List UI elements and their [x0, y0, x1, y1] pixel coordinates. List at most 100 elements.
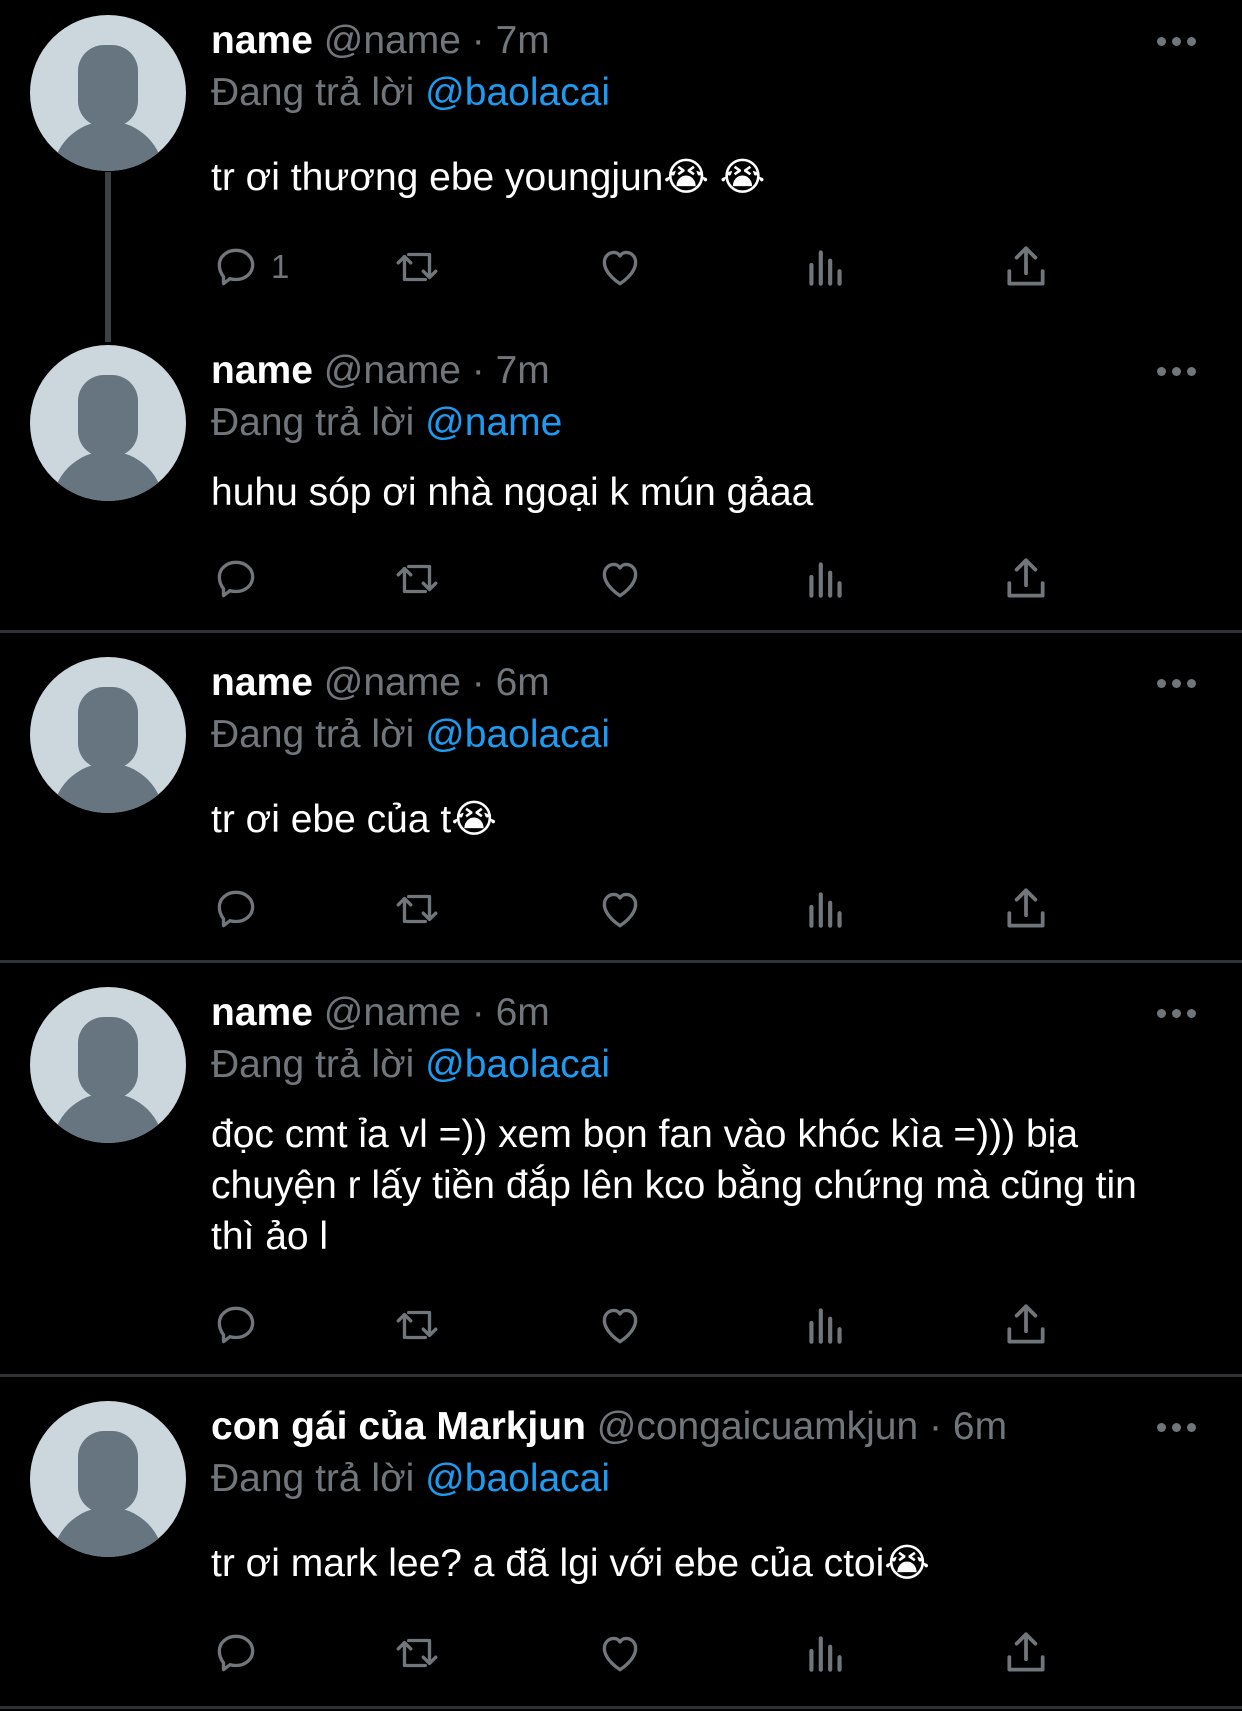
reply-button[interactable] [211, 884, 261, 936]
share-button[interactable] [1001, 1628, 1051, 1680]
timestamp[interactable]: 7m [496, 19, 550, 62]
views-button[interactable] [801, 1628, 851, 1680]
reply-label: Đang trả lời [211, 401, 415, 444]
reply-to-mention[interactable]: @baolacai [425, 713, 610, 756]
avatar[interactable] [30, 987, 186, 1143]
share-button[interactable] [1001, 554, 1051, 606]
like-icon [602, 562, 638, 598]
timestamp[interactable]: 6m [953, 1405, 1007, 1448]
reply-button[interactable] [211, 1628, 261, 1680]
action-bar [211, 1300, 1111, 1352]
retweet-icon [396, 1310, 438, 1340]
reply-to-mention[interactable]: @baolacai [425, 1043, 610, 1086]
retweet-icon [396, 1638, 438, 1668]
avatar[interactable] [30, 345, 186, 501]
timestamp[interactable]: 7m [496, 349, 550, 392]
handle[interactable]: @name [324, 19, 461, 62]
handle[interactable]: @name [324, 349, 461, 392]
tweet[interactable]: name @name · 7m Đang trả lời @baolacai t… [0, 0, 1242, 330]
views-button[interactable] [801, 884, 851, 936]
avatar[interactable] [30, 15, 186, 171]
share-icon [1007, 1632, 1045, 1672]
reply-to-mention[interactable]: @name [425, 401, 562, 444]
share-icon [1007, 246, 1045, 286]
display-name[interactable]: con gái của Markjun [211, 1405, 586, 1448]
retweet-button[interactable] [391, 884, 443, 936]
share-icon [1007, 888, 1045, 928]
reply-to-mention[interactable]: @baolacai [425, 71, 610, 114]
like-button[interactable] [595, 242, 645, 294]
display-name[interactable]: name [211, 991, 313, 1034]
reply-label: Đang trả lời [211, 1457, 415, 1500]
tweet-divider [0, 1374, 1242, 1377]
separator: · [471, 19, 485, 62]
tweet-divider [0, 960, 1242, 963]
reply-label: Đang trả lời [211, 1043, 415, 1086]
avatar[interactable] [30, 1401, 186, 1557]
reply-count: 1 [271, 248, 290, 285]
views-button[interactable] [801, 1300, 851, 1352]
reply-icon [217, 1634, 255, 1672]
views-icon [809, 892, 842, 928]
retweet-button[interactable] [391, 1300, 443, 1352]
retweet-button[interactable] [391, 242, 443, 294]
more-icon[interactable] [1157, 367, 1197, 379]
handle[interactable]: @congaicuamkjun [597, 1405, 918, 1448]
like-icon [602, 250, 638, 286]
like-button[interactable] [595, 554, 645, 606]
handle[interactable]: @name [324, 991, 461, 1034]
reply-button[interactable]: 1 [211, 242, 289, 294]
tweet-text: tr ơi mark lee? a đã lgi với ebe của cto… [211, 1542, 930, 1585]
tweet-text: huhu sóp ơi nhà ngoại k mún gảaa [211, 471, 814, 514]
display-name[interactable]: name [211, 349, 313, 392]
reply-icon [217, 1306, 255, 1344]
tweet[interactable]: con gái của Markjun @congaicuamkjun · 6m… [0, 1386, 1242, 1711]
reply-to-mention[interactable]: @baolacai [425, 1457, 610, 1500]
handle[interactable]: @name [324, 661, 461, 704]
more-icon[interactable] [1157, 1009, 1197, 1021]
views-icon [809, 1636, 842, 1672]
share-button[interactable] [1001, 242, 1051, 294]
like-icon [602, 1636, 638, 1672]
separator: · [471, 661, 485, 704]
tweet[interactable]: name @name · 6m Đang trả lời @baolacai t… [0, 642, 1242, 960]
like-icon [602, 892, 638, 928]
reply-label: Đang trả lời [211, 713, 415, 756]
tweet[interactable]: name @name · 6m Đang trả lời @baolacai đ… [0, 972, 1242, 1374]
share-button[interactable] [1001, 1300, 1051, 1352]
more-icon[interactable] [1157, 679, 1197, 691]
action-bar [211, 884, 1111, 936]
like-icon [602, 1308, 638, 1344]
more-icon[interactable] [1157, 37, 1197, 49]
like-button[interactable] [595, 884, 645, 936]
avatar[interactable] [30, 657, 186, 813]
timestamp[interactable]: 6m [496, 991, 550, 1034]
display-name[interactable]: name [211, 19, 313, 62]
like-button[interactable] [595, 1300, 645, 1352]
display-name[interactable]: name [211, 661, 313, 704]
retweet-icon [396, 252, 438, 282]
tweet-divider [0, 1706, 1242, 1709]
views-button[interactable] [801, 242, 851, 294]
retweet-button[interactable] [391, 1628, 443, 1680]
tweet-text: tr ơi ebe của t😭 [211, 798, 497, 841]
share-button[interactable] [1001, 884, 1051, 936]
more-icon[interactable] [1157, 1423, 1197, 1435]
action-bar [211, 554, 1111, 606]
views-button[interactable] [801, 554, 851, 606]
tweet-text: đọc cmt ỉa vl =)) xem bọn fan vào khóc k… [211, 1113, 1137, 1258]
timestamp[interactable]: 6m [496, 661, 550, 704]
reply-button[interactable] [211, 554, 261, 606]
separator: · [471, 991, 485, 1034]
like-button[interactable] [595, 1628, 645, 1680]
tweet-text: tr ơi thương ebe youngjun😭 😭 [211, 156, 766, 199]
reply-button[interactable] [211, 1300, 261, 1352]
share-icon [1007, 558, 1045, 598]
tweet[interactable]: name @name · 7m Đang trả lời @name huhu … [0, 330, 1242, 630]
action-bar [211, 1628, 1111, 1680]
action-bar: 1 [211, 242, 1111, 294]
retweet-button[interactable] [391, 554, 443, 606]
share-icon [1007, 1304, 1045, 1344]
separator: · [471, 349, 485, 392]
views-icon [809, 562, 842, 598]
